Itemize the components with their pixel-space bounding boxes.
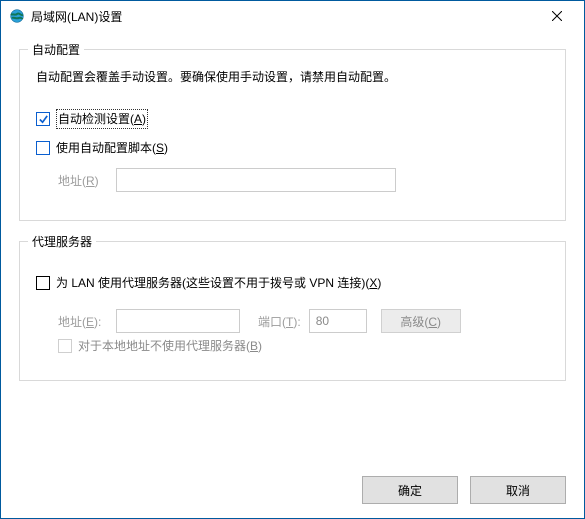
label-auto-detect[interactable]: 自动检测设置(A) [56, 109, 148, 129]
group-auto-config: 自动配置 自动配置会覆盖手动设置。要确保使用手动设置，请禁用自动配置。 自动检测… [19, 49, 566, 221]
input-script-address[interactable] [116, 168, 396, 192]
proxy-address-row: 地址(E): 端口(T): 高级(C) [36, 309, 553, 333]
checkbox-auto-detect[interactable] [36, 112, 50, 126]
input-proxy-port[interactable] [309, 309, 367, 333]
label-use-script[interactable]: 使用自动配置脚本(S) [56, 139, 168, 156]
label-bypass-local: 对于本地地址不使用代理服务器(B) [78, 337, 262, 354]
checkbox-bypass-local[interactable] [58, 339, 72, 353]
group-proxy: 代理服务器 为 LAN 使用代理服务器(这些设置不用于拨号或 VPN 连接)(X… [19, 241, 566, 381]
use-script-row: 使用自动配置脚本(S) [36, 139, 553, 156]
group-proxy-legend: 代理服务器 [28, 233, 96, 250]
use-proxy-row: 为 LAN 使用代理服务器(这些设置不用于拨号或 VPN 连接)(X) [36, 274, 553, 291]
label-proxy-port: 端口(T): [258, 313, 301, 330]
cancel-button[interactable]: 取消 [470, 476, 566, 504]
label-script-address: 地址(R) [58, 172, 116, 189]
advanced-button[interactable]: 高级(C) [381, 309, 461, 333]
globe-icon [9, 8, 25, 24]
lan-settings-dialog: 局域网(LAN)设置 自动配置 自动配置会覆盖手动设置。要确保使用手动设置，请禁… [0, 0, 585, 519]
titlebar: 局域网(LAN)设置 [1, 1, 584, 31]
dialog-footer: 确定 取消 [1, 464, 584, 518]
bypass-local-row: 对于本地地址不使用代理服务器(B) [36, 337, 553, 354]
close-button[interactable] [536, 2, 578, 30]
script-address-row: 地址(R) [36, 168, 553, 192]
auto-config-description: 自动配置会覆盖手动设置。要确保使用手动设置，请禁用自动配置。 [36, 68, 553, 87]
label-proxy-address: 地址(E): [58, 313, 116, 330]
group-auto-config-legend: 自动配置 [28, 41, 84, 58]
input-proxy-address[interactable] [116, 309, 240, 333]
ok-button[interactable]: 确定 [362, 476, 458, 504]
dialog-content: 自动配置 自动配置会覆盖手动设置。要确保使用手动设置，请禁用自动配置。 自动检测… [1, 31, 584, 464]
checkbox-use-proxy[interactable] [36, 276, 50, 290]
checkbox-use-script[interactable] [36, 141, 50, 155]
auto-detect-row: 自动检测设置(A) [36, 109, 553, 129]
dialog-title: 局域网(LAN)设置 [31, 8, 536, 25]
label-use-proxy[interactable]: 为 LAN 使用代理服务器(这些设置不用于拨号或 VPN 连接)(X) [56, 274, 381, 291]
